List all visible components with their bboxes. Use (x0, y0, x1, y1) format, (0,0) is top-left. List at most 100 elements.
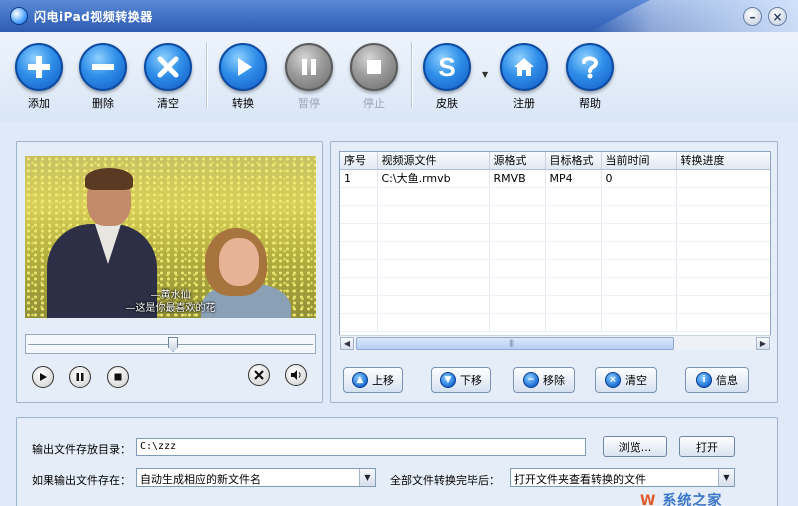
pause-label: 暂停 (298, 97, 320, 110)
move-down-label: 下移 (460, 374, 482, 387)
title-bar: 闪电iPad视频转换器 – × (0, 0, 798, 32)
file-table[interactable]: 序号 视频源文件 源格式 目标格式 当前时间 转换进度 1 C:\大鱼.rmvb… (339, 151, 771, 350)
info-label: 信息 (716, 374, 738, 387)
stop-button[interactable]: 停止 (346, 43, 402, 111)
after-all-value: 打开文件夹查看转换的文件 (514, 473, 646, 486)
toolbar-separator (411, 42, 412, 108)
seek-slider[interactable] (25, 334, 316, 354)
delete-label: 删除 (92, 97, 114, 110)
cell-current-time: 0 (601, 169, 677, 188)
file-list-panel: 序号 视频源文件 源格式 目标格式 当前时间 转换进度 1 C:\大鱼.rmvb… (330, 141, 778, 403)
delete-button[interactable]: 删除 (75, 43, 131, 111)
clear-button[interactable]: 清空 (140, 43, 196, 111)
play-control-button[interactable] (32, 366, 54, 388)
x-icon (144, 43, 192, 91)
horizontal-scrollbar[interactable]: ◀ ||| ▶ (339, 335, 771, 350)
minimize-button[interactable]: – (743, 7, 762, 26)
help-label: 帮助 (579, 97, 601, 110)
stop-control-button[interactable] (107, 366, 129, 388)
remove-button[interactable]: − 移除 (513, 367, 575, 393)
if-exists-select[interactable]: 自动生成相应的新文件名 ▼ (136, 468, 376, 487)
column-header[interactable]: 当前时间 (601, 152, 677, 170)
minus-icon (79, 43, 127, 91)
minus-icon: − (523, 372, 539, 388)
column-header[interactable]: 目标格式 (545, 152, 602, 170)
skin-button[interactable]: S 皮肤 (419, 43, 475, 111)
info-icon: i (696, 372, 712, 388)
info-button[interactable]: i 信息 (685, 367, 749, 393)
toolbar-separator (206, 42, 207, 108)
move-up-button[interactable]: ▲ 上移 (343, 367, 403, 393)
add-label: 添加 (28, 97, 50, 110)
seek-thumb[interactable] (168, 337, 178, 352)
question-icon (566, 43, 614, 91)
column-header[interactable]: 转换进度 (676, 152, 770, 170)
open-button[interactable]: 打开 (679, 436, 735, 457)
empty-row (340, 187, 770, 206)
output-dir-label: 输出文件存放目录： (32, 443, 131, 456)
move-up-label: 上移 (372, 374, 394, 387)
watermark-prefix: W (640, 493, 657, 506)
chevron-down-icon[interactable]: ▼ (359, 469, 375, 486)
home-icon (500, 43, 548, 91)
cell-src-format: RMVB (489, 169, 546, 188)
scroll-thumb[interactable] (356, 337, 674, 350)
skin-dropdown-icon[interactable]: ▼ (482, 70, 488, 79)
add-button[interactable]: 添加 (11, 43, 67, 111)
skin-icon: S (423, 43, 471, 91)
help-button[interactable]: 帮助 (562, 43, 618, 111)
video-preview: —黄水仙 —这是你最喜欢的花 (25, 156, 316, 318)
table-header: 序号 视频源文件 源格式 目标格式 当前时间 转换进度 (340, 152, 770, 170)
cell-source: C:\大鱼.rmvb (377, 169, 490, 188)
pause-icon (285, 43, 333, 91)
column-header[interactable]: 序号 (340, 152, 378, 170)
plus-icon (15, 43, 63, 91)
after-all-label: 全部文件转换完毕后： (390, 474, 500, 487)
empty-row (340, 295, 770, 314)
empty-row (340, 223, 770, 242)
output-dir-field[interactable]: C:\zzz (136, 438, 586, 456)
scroll-right-icon[interactable]: ▶ (756, 337, 770, 350)
close-preview-button[interactable] (248, 364, 270, 386)
clear-label: 清空 (157, 97, 179, 110)
app-icon (10, 7, 28, 25)
column-header[interactable]: 视频源文件 (377, 152, 490, 170)
down-arrow-icon: ▼ (440, 372, 456, 388)
volume-button[interactable] (285, 364, 307, 386)
move-down-button[interactable]: ▼ 下移 (431, 367, 491, 393)
pause-button[interactable]: 暂停 (281, 43, 337, 111)
after-all-select[interactable]: 打开文件夹查看转换的文件 ▼ (510, 468, 735, 487)
cell-index: 1 (340, 169, 378, 188)
stop-label: 停止 (363, 97, 385, 110)
column-header[interactable]: 源格式 (489, 152, 546, 170)
empty-row (340, 241, 770, 260)
stop-icon (350, 43, 398, 91)
scroll-grip-icon: ||| (509, 339, 514, 347)
toolbar: 添加 删除 清空 转换 暂停 停止 S 皮肤 ▼ 注册 帮助 (0, 32, 798, 122)
browse-button[interactable]: 浏览... (603, 436, 667, 457)
empty-row (340, 259, 770, 278)
skin-icon-letter: S (438, 51, 456, 82)
play-icon (40, 373, 47, 381)
stop-icon (114, 373, 122, 381)
watermark-logo: W 系统之家 (640, 490, 722, 506)
clear-list-button[interactable]: × 清空 (595, 367, 657, 393)
convert-button[interactable]: 转换 (215, 43, 271, 111)
convert-label: 转换 (232, 97, 254, 110)
register-button[interactable]: 注册 (496, 43, 552, 111)
cell-dst-format: MP4 (545, 169, 602, 188)
subtitle-line-2: —这是你最喜欢的花 (125, 303, 216, 314)
up-arrow-icon: ▲ (352, 372, 368, 388)
scroll-left-icon[interactable]: ◀ (340, 337, 354, 350)
pause-icon (76, 373, 84, 381)
if-exists-label: 如果输出文件存在： (32, 474, 131, 487)
chevron-down-icon[interactable]: ▼ (718, 469, 734, 486)
close-button[interactable]: × (768, 7, 787, 26)
empty-row (340, 205, 770, 224)
play-icon (219, 43, 267, 91)
title-decoration (590, 0, 798, 32)
pause-control-button[interactable] (69, 366, 91, 388)
window-title: 闪电iPad视频转换器 (34, 10, 153, 24)
table-row[interactable]: 1 C:\大鱼.rmvb RMVB MP4 0 (340, 169, 770, 188)
skin-label: 皮肤 (436, 97, 458, 110)
